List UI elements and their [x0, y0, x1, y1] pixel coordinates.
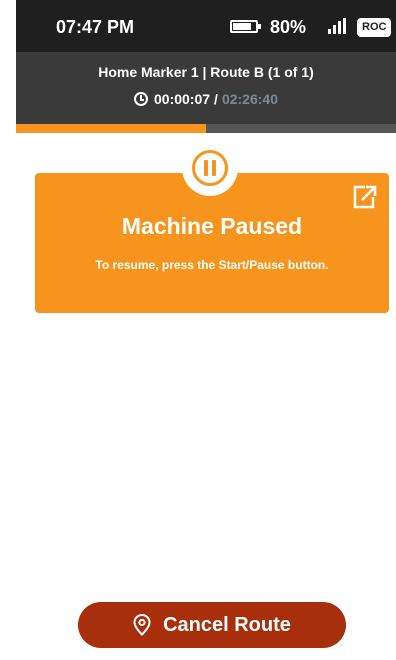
- status-time: 07:47 PM: [56, 17, 135, 37]
- status-bar: 07:47 PM 80% ROC: [16, 0, 396, 52]
- signal-icon: [328, 18, 350, 34]
- route-header: Home Marker 1 | Route B (1 of 1) 00:00:0…: [16, 52, 396, 124]
- cancel-route-label: Cancel Route: [163, 613, 291, 636]
- battery-icon: [230, 20, 261, 33]
- timer-separator: /: [214, 91, 218, 107]
- route-progress-bar: [16, 124, 396, 133]
- elapsed-time: 00:00:07: [154, 91, 211, 107]
- location-pin-icon: [133, 614, 151, 636]
- cancel-route-button[interactable]: Cancel Route: [78, 602, 346, 648]
- paused-message: To resume, press the Start/Pause button.: [95, 258, 329, 272]
- route-timer: 00:00:07 / 02:26:40: [16, 91, 396, 107]
- clock-icon: [134, 92, 148, 106]
- battery-percent: 80%: [270, 17, 307, 37]
- expand-icon[interactable]: [353, 183, 379, 209]
- network-badge: ROC: [357, 18, 392, 37]
- app-screen: 07:47 PM 80% ROC Home Marker 1 | Route B…: [16, 0, 396, 660]
- route-title: Home Marker 1 | Route B (1 of 1): [98, 64, 314, 80]
- total-time: 02:26:40: [221, 91, 278, 107]
- paused-title: Machine Paused: [121, 213, 303, 239]
- route-progress-fill: [16, 124, 206, 133]
- pause-icon: [182, 140, 238, 196]
